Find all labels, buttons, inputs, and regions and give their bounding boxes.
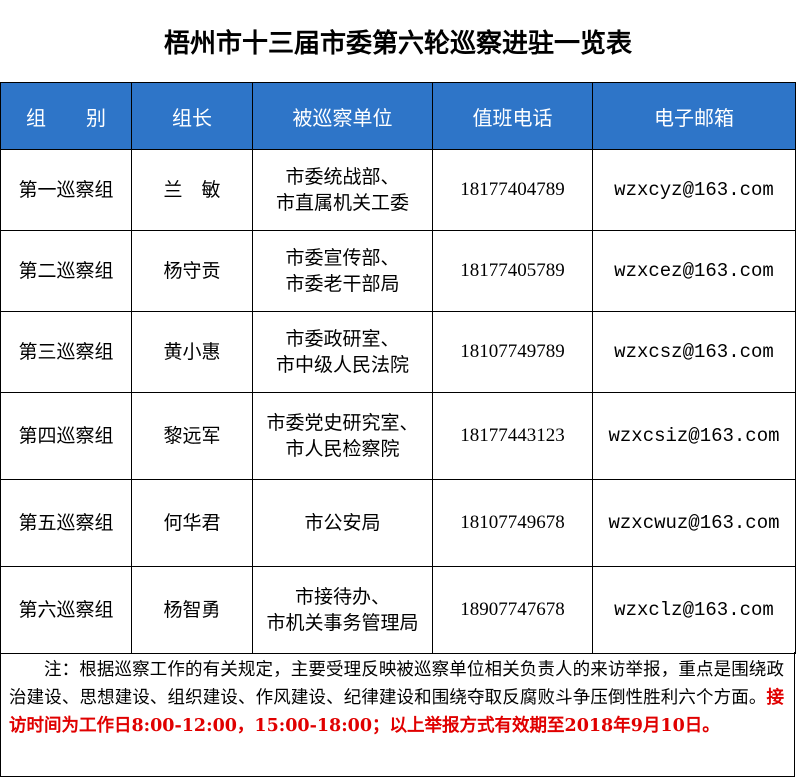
unit-cell: 市委统战部、 市直属机关工委 xyxy=(252,149,433,231)
unit-line: 市直属机关工委 xyxy=(275,192,409,214)
unit-cell: 市委宣传部、 市委老干部局 xyxy=(252,230,433,312)
leader-cell: 兰 敏 xyxy=(131,149,253,231)
email-cell[interactable]: wzxcsz@163.com xyxy=(592,311,796,393)
leader-cell: 何华君 xyxy=(131,479,253,567)
phone-cell: 18177404789 xyxy=(432,149,593,231)
leader-cell: 黄小惠 xyxy=(131,311,253,393)
table-row: 第一巡察组 兰 敏 市委统战部、 市直属机关工委 18177404789 wzxc… xyxy=(0,149,796,231)
unit-line: 市委政研室、 xyxy=(285,328,400,350)
unit-line: 市人民检察院 xyxy=(285,438,400,460)
group-cell: 第六巡察组 xyxy=(0,566,132,654)
inspection-table: 组 别 组长 被巡察单位 值班电话 电子邮箱 第一巡察组 兰 敏 市委统战部、市… xyxy=(0,82,796,654)
phone-cell: 18107749789 xyxy=(432,311,593,393)
email-cell[interactable]: wzxcyz@163.com xyxy=(592,149,796,231)
unit-cell: 市委党史研究室、 市人民检察院 xyxy=(252,392,433,480)
phone-cell: 18107749678 xyxy=(432,479,593,567)
header-phone: 值班电话 xyxy=(432,82,593,150)
group-cell: 第五巡察组 xyxy=(0,479,132,567)
email-cell[interactable]: wzxcez@163.com xyxy=(592,230,796,312)
unit-line: 市公安局 xyxy=(304,512,381,534)
header-email: 电子邮箱 xyxy=(592,82,796,150)
phone-cell: 18177405789 xyxy=(432,230,593,312)
group-cell: 第四巡察组 xyxy=(0,392,132,480)
leader-cell: 杨守贡 xyxy=(131,230,253,312)
page-title: 梧州市十三届市委第六轮巡察进驻一览表 xyxy=(163,28,632,59)
email-cell[interactable]: wzxclz@163.com xyxy=(592,566,796,654)
table-row: 第四巡察组 黎远军 市委党史研究室、 市人民检察院 18177443123 wzx… xyxy=(0,392,796,480)
table-row: 第二巡察组 杨守贡 市委宣传部、 市委老干部局 18177405789 wzxce… xyxy=(0,230,796,312)
table-row: 第三巡察组 黄小惠 市委政研室、 市中级人民法院 18107749789 wzxc… xyxy=(0,311,796,393)
footnote: 注：根据巡察工作的有关规定，主要受理反映被巡察单位相关负责人的来访举报，重点是围… xyxy=(0,652,795,777)
group-cell: 第二巡察组 xyxy=(0,230,132,312)
email-cell[interactable]: wzxcwuz@163.com xyxy=(592,479,796,567)
unit-line: 市中级人民法院 xyxy=(275,354,409,376)
phone-cell: 18907747678 xyxy=(432,566,593,654)
group-cell: 第一巡察组 xyxy=(0,149,132,231)
table-header-row: 组 别 组长 被巡察单位 值班电话 电子邮箱 xyxy=(0,82,796,150)
unit-cell: 市委政研室、 市中级人民法院 xyxy=(252,311,433,393)
leader-cell: 黎远军 xyxy=(131,392,253,480)
header-unit: 被巡察单位 xyxy=(252,82,433,150)
unit-line: 市委党史研究室、 xyxy=(266,412,419,434)
leader-cell: 杨智勇 xyxy=(131,566,253,654)
footnote-text: 注：根据巡察工作的有关规定，主要受理反映被巡察单位相关负责人的来访举报，重点是围… xyxy=(9,660,784,708)
group-cell: 第三巡察组 xyxy=(0,311,132,393)
email-cell[interactable]: wzxcsiz@163.com xyxy=(592,392,796,480)
header-leader: 组长 xyxy=(131,82,253,150)
unit-cell: 市接待办、市机关事务管理局 xyxy=(252,566,433,654)
unit-line: 市接待办、 xyxy=(294,586,390,608)
phone-cell: 18177443123 xyxy=(432,392,593,480)
unit-line: 市机关事务管理局 xyxy=(266,612,419,634)
unit-line: 市委统战部、 xyxy=(285,166,400,188)
unit-cell: 市公安局 xyxy=(252,479,433,567)
table-row: 第五巡察组 何华君 市公安局 18107749678 wzxcwuz@163.c… xyxy=(0,479,796,567)
header-group: 组 别 xyxy=(0,82,132,150)
unit-line: 市委老干部局 xyxy=(285,273,400,295)
table-row: 第六巡察组 杨智勇 市接待办、市机关事务管理局 18907747678 wzxc… xyxy=(0,566,796,654)
unit-line: 市委宣传部、 xyxy=(285,247,400,269)
inspection-table-sheet: 梧州市十三届市委第六轮巡察进驻一览表 组 别 组长 被巡察单位 值班电话 电子邮… xyxy=(0,0,796,778)
